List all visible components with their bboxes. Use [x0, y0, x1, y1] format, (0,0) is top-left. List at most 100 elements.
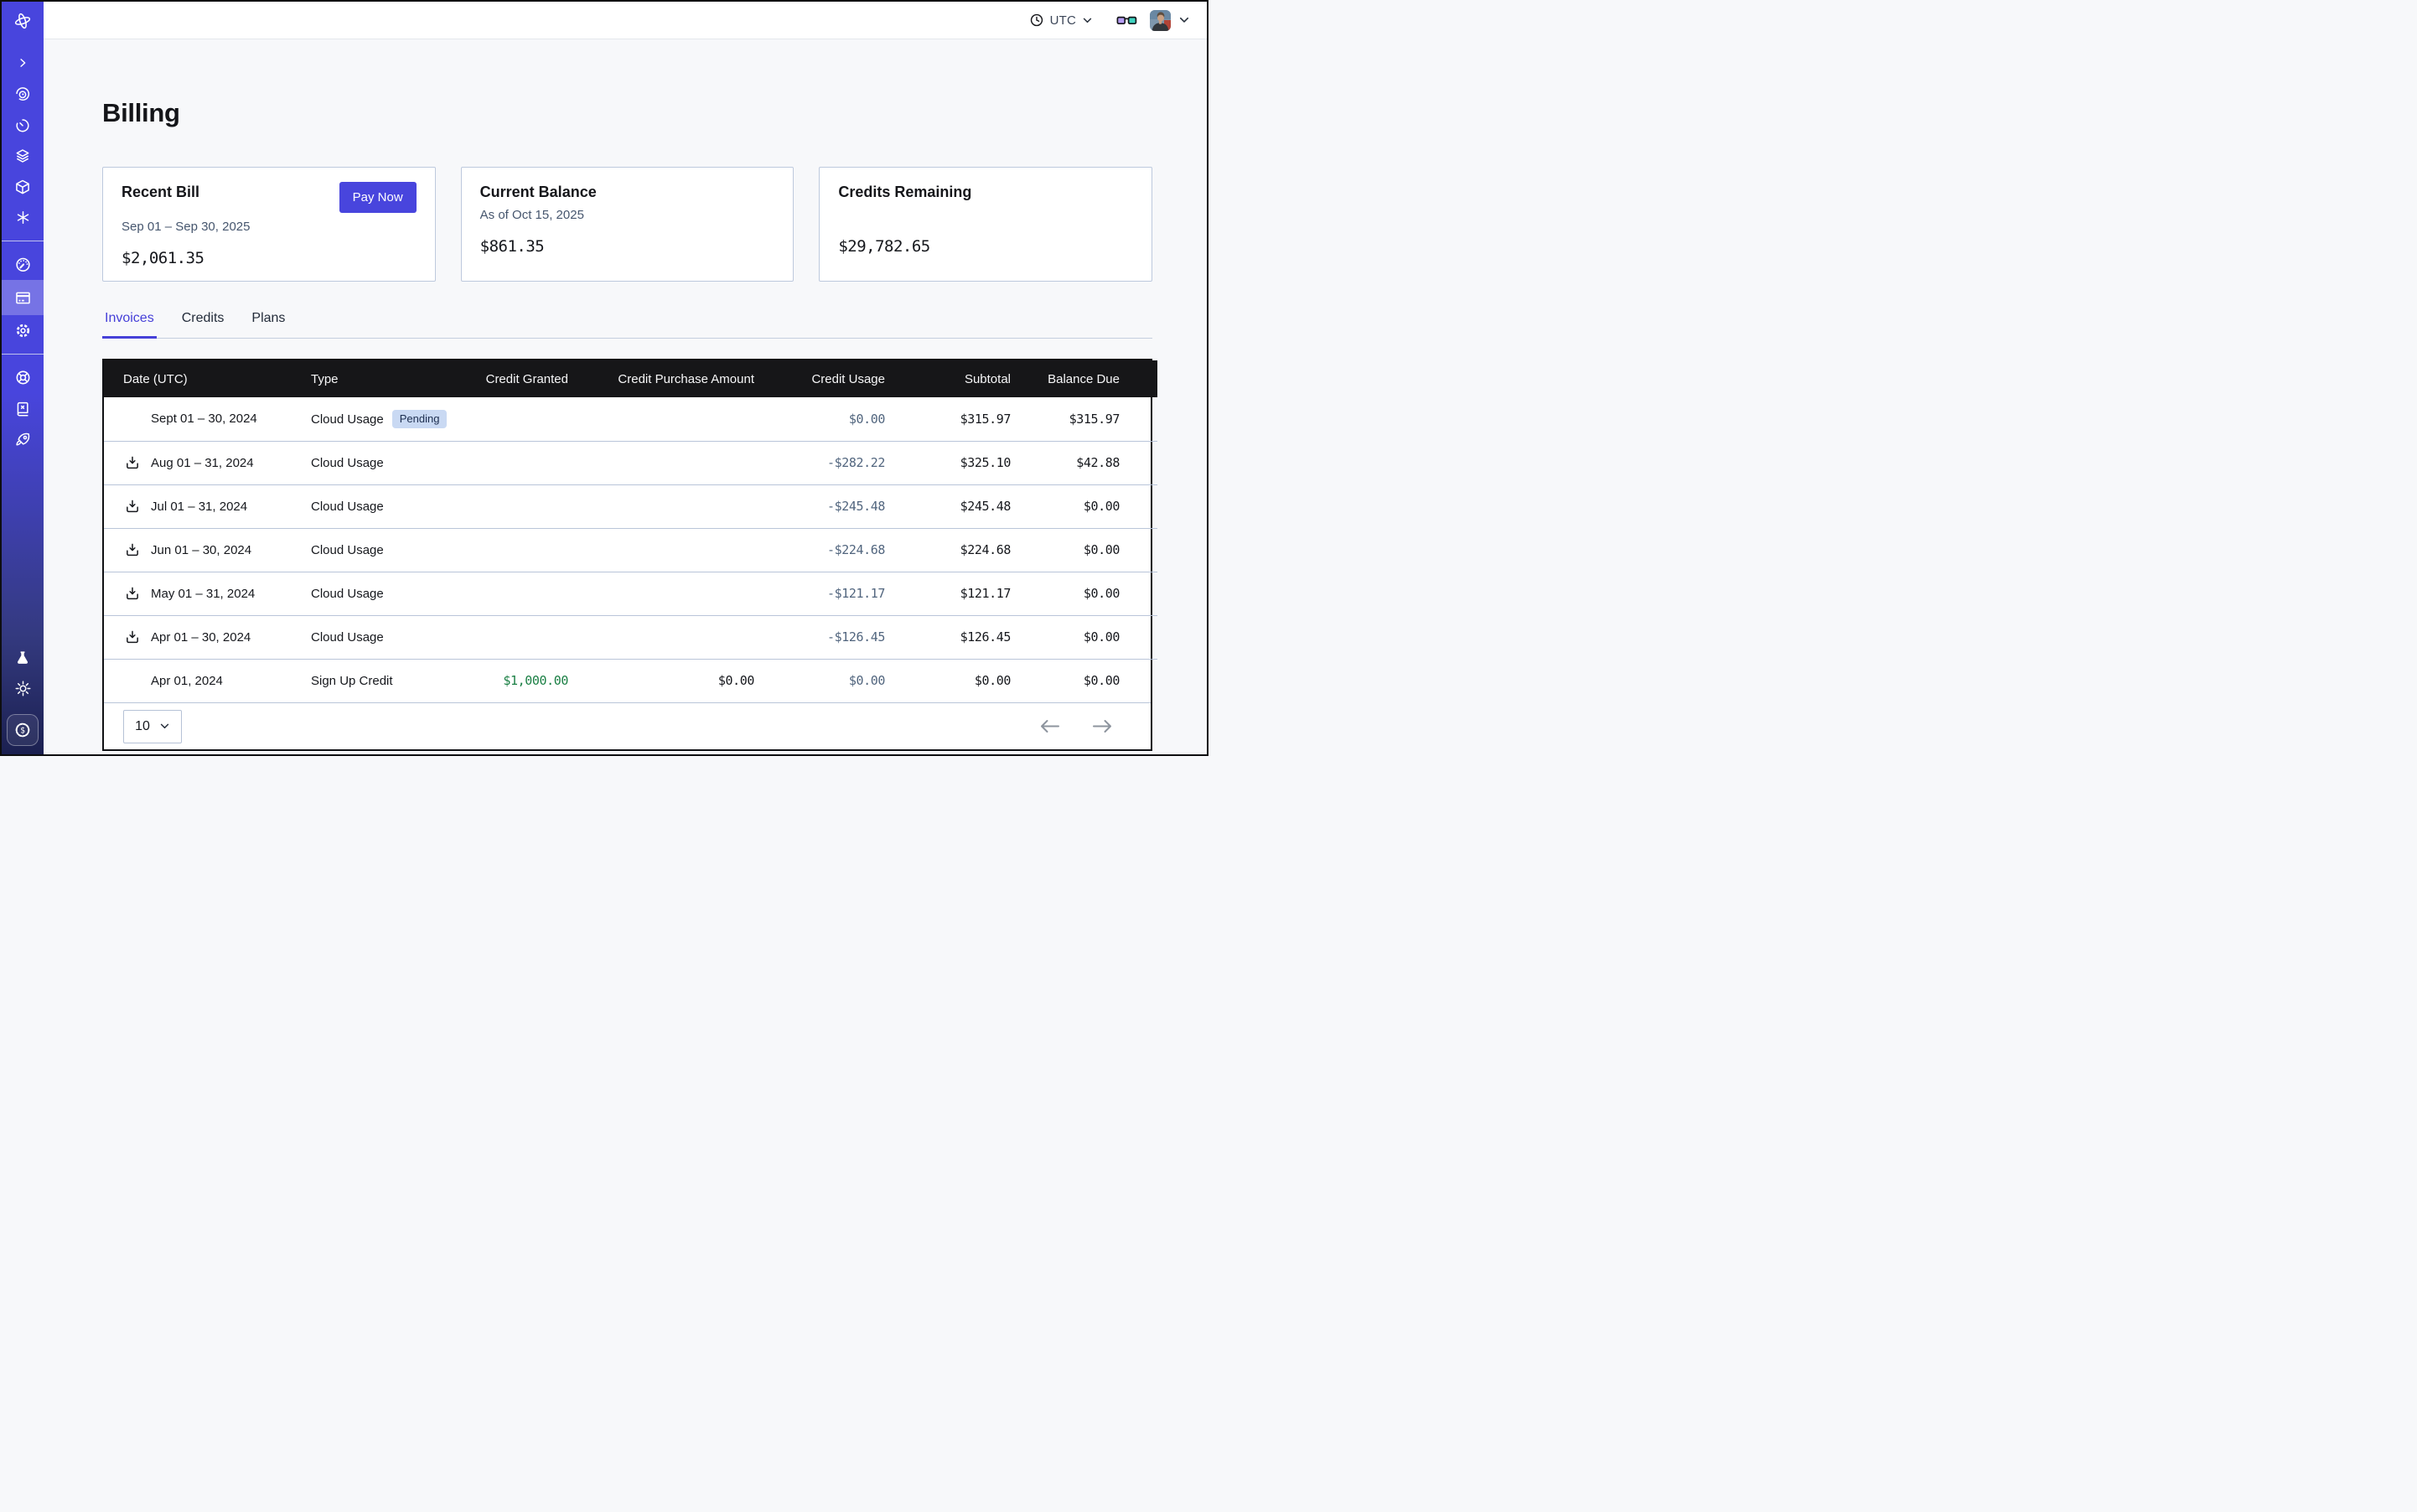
download-icon: [125, 586, 140, 601]
pending-status-badge: Pending: [392, 410, 448, 428]
sidebar-bottom-group: $: [2, 642, 44, 754]
settings-gear-icon[interactable]: [2, 315, 44, 346]
credit-purchase-cell: [568, 441, 754, 484]
chevron-down-icon: [1082, 15, 1093, 26]
credit-purchase-cell: [568, 484, 754, 528]
credit-granted-cell: [445, 572, 568, 615]
credits-remaining-title: Credits Remaining: [838, 184, 971, 201]
subtotal-cell: $315.97: [885, 397, 1011, 441]
column-header-subtotal: Subtotal: [885, 360, 1011, 397]
arrow-right-icon: [1092, 719, 1112, 733]
credit-granted-cell: [445, 615, 568, 659]
tab-credits[interactable]: Credits: [179, 298, 227, 339]
pay-now-button[interactable]: Pay Now: [339, 182, 417, 213]
layers-icon[interactable]: [2, 140, 44, 171]
invoice-date: Jun 01 – 30, 2024: [151, 543, 251, 557]
next-page-button[interactable]: [1092, 719, 1112, 733]
download-invoice-button[interactable]: [125, 499, 140, 514]
credit-purchase-cell: [568, 397, 754, 441]
invoice-row: Sept 01 – 30, 2024 Cloud Usage Pending $0.0…: [104, 397, 1157, 441]
cube-icon[interactable]: [2, 171, 44, 202]
credits-dollar-badge-button[interactable]: $: [7, 714, 39, 746]
main-content: Billing Recent Bill Pay Now Sep 01 – Sep…: [44, 39, 1207, 754]
asterisk-icon[interactable]: [2, 202, 44, 233]
subtotal-cell: $0.00: [885, 659, 1011, 702]
invoice-row: Jun 01 – 30, 2024Cloud Usage-$224.68$224…: [104, 528, 1157, 572]
invoice-type-cell: Sign Up Credit: [311, 659, 445, 702]
invoice-date-cell: Apr 01 – 30, 2024: [104, 615, 311, 659]
labs-flask-icon[interactable]: [2, 642, 44, 673]
column-header-date: Date (UTC): [104, 360, 311, 397]
download-icon: [125, 499, 140, 514]
billing-summary-cards: Recent Bill Pay Now Sep 01 – Sep 30, 202…: [102, 167, 1152, 282]
sidebar-item-billing[interactable]: [2, 280, 44, 315]
invoice-date: Jul 01 – 31, 2024: [151, 500, 247, 514]
credit-granted-cell: $1,000.00: [445, 659, 568, 702]
invoice-type-cell: Cloud Usage: [311, 615, 445, 659]
docs-book-icon[interactable]: [2, 393, 44, 424]
invoice-date-cell: Jul 01 – 31, 2024: [104, 484, 311, 528]
credit-granted-cell: [445, 441, 568, 484]
invoice-date-cell: Aug 01 – 31, 2024: [104, 441, 311, 484]
theme-sun-icon[interactable]: [2, 673, 44, 704]
previous-page-button[interactable]: [1040, 719, 1060, 733]
reader-glasses-icon[interactable]: [1116, 12, 1137, 28]
tab-invoices[interactable]: Invoices: [102, 298, 157, 339]
invoice-type: Cloud Usage: [311, 630, 384, 645]
recent-bill-amount: $2,061.35: [122, 249, 417, 267]
timezone-label: UTC: [1050, 13, 1076, 28]
insights-eye-icon[interactable]: [2, 78, 44, 109]
download-invoice-button[interactable]: [125, 542, 140, 557]
invoice-type-cell: Cloud Usage Pending: [311, 397, 445, 441]
invoice-date: Apr 01 – 30, 2024: [151, 630, 251, 645]
invoice-date: Apr 01, 2024: [151, 674, 223, 688]
usage-gauge-icon[interactable]: [2, 249, 44, 280]
invoice-type-cell: Cloud Usage: [311, 572, 445, 615]
download-invoice-button[interactable]: [125, 629, 140, 645]
quickstart-rocket-icon[interactable]: [2, 424, 44, 455]
topbar: UTC: [44, 2, 1207, 39]
account-menu-chevron-icon[interactable]: [1178, 14, 1190, 26]
tab-plans[interactable]: Plans: [249, 298, 287, 339]
current-balance-amount: $861.35: [480, 237, 775, 256]
download-icon: [125, 629, 140, 645]
subtotal-cell: $245.48: [885, 484, 1011, 528]
column-header-balance-due: Balance Due: [1011, 360, 1157, 397]
credit-granted-cell: [445, 397, 568, 441]
credit-purchase-cell: [568, 572, 754, 615]
invoice-date: Sept 01 – 30, 2024: [151, 412, 257, 426]
invoice-type: Cloud Usage: [311, 412, 384, 427]
page-size-select[interactable]: 10: [123, 710, 182, 743]
credit-usage-cell: -$224.68: [754, 528, 885, 572]
balance-due-cell: $0.00: [1011, 572, 1157, 615]
invoice-type: Cloud Usage: [311, 543, 384, 557]
credit-usage-cell: -$245.48: [754, 484, 885, 528]
invoices-table-header: Date (UTC) Type Credit Granted Credit Pu…: [104, 360, 1157, 397]
subtotal-cell: $126.45: [885, 615, 1011, 659]
subtotal-cell: $121.17: [885, 572, 1011, 615]
recent-bill-title: Recent Bill: [122, 184, 199, 201]
expand-sidebar-chevron-icon[interactable]: [2, 47, 44, 78]
download-icon: [125, 542, 140, 557]
download-invoice-button[interactable]: [125, 455, 140, 470]
credit-usage-cell: -$121.17: [754, 572, 885, 615]
credit-usage-cell: $0.00: [754, 397, 885, 441]
credit-usage-cell: -$126.45: [754, 615, 885, 659]
support-lifebuoy-icon[interactable]: [2, 362, 44, 393]
invoice-date-cell: Sept 01 – 30, 2024: [104, 397, 311, 441]
invoice-date-cell: May 01 – 31, 2024: [104, 572, 311, 615]
user-avatar[interactable]: [1150, 10, 1171, 31]
timer-history-icon[interactable]: [2, 109, 44, 140]
invoice-date-cell: Jun 01 – 30, 2024: [104, 528, 311, 572]
recent-bill-period: Sep 01 – Sep 30, 2025: [122, 220, 417, 235]
invoice-type: Sign Up Credit: [311, 674, 393, 688]
balance-due-cell: $0.00: [1011, 615, 1157, 659]
invoice-type-cell: Cloud Usage: [311, 484, 445, 528]
balance-due-cell: $0.00: [1011, 528, 1157, 572]
download-invoice-button[interactable]: [125, 586, 140, 601]
credits-remaining-card: Credits Remaining $29,782.65: [819, 167, 1152, 282]
timezone-selector[interactable]: UTC: [1029, 13, 1093, 28]
app-logo-icon[interactable]: [2, 2, 44, 39]
invoices-table: Date (UTC) Type Credit Granted Credit Pu…: [102, 359, 1152, 751]
credit-purchase-cell: [568, 528, 754, 572]
